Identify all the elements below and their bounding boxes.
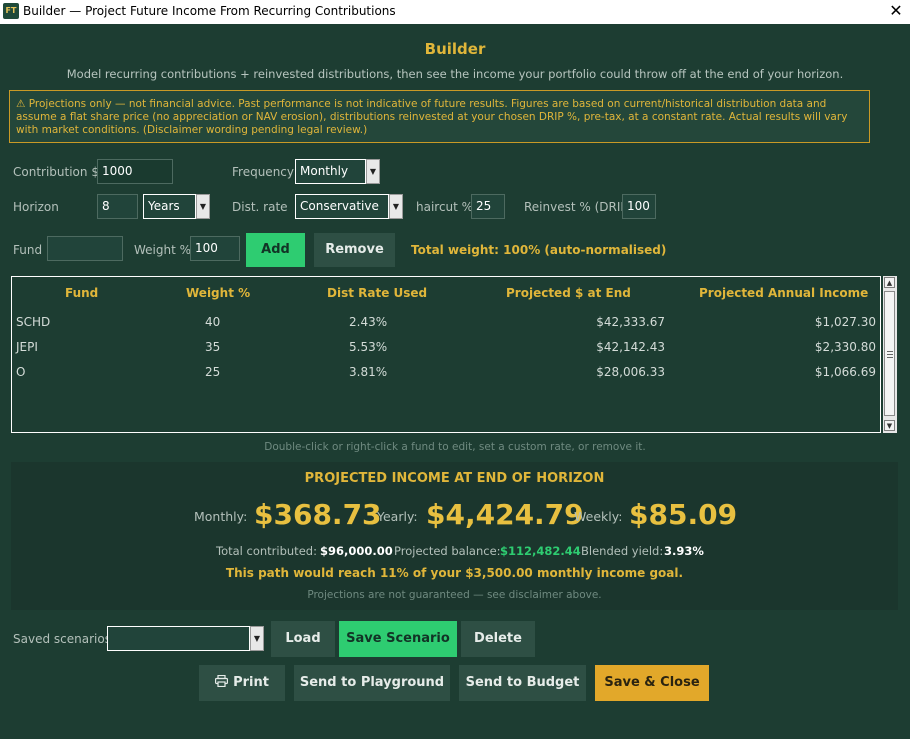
contribution-input[interactable]: 1000 (97, 159, 173, 184)
fund-label: Fund (13, 243, 43, 257)
close-icon[interactable]: ✕ (888, 1, 904, 21)
saved-scenarios-label: Saved scenarios: (13, 632, 115, 646)
contribution-label: Contribution $ (13, 165, 99, 179)
haircut-input[interactable]: 25 (471, 194, 505, 219)
dist-rate-cell: 3.81% (349, 365, 388, 379)
total-contributed-label: Total contributed: (216, 544, 317, 558)
send-to-budget-button[interactable]: Send to Budget (459, 665, 586, 701)
send-to-playground-button[interactable]: Send to Playground (294, 665, 450, 701)
weight-cell: 40 (205, 315, 221, 329)
horizon-input[interactable]: 8 (97, 194, 138, 219)
column-header-weight[interactable]: Weight % (186, 286, 250, 300)
weekly-income-value: $85.09 (629, 498, 738, 531)
projected-end-cell: $42,333.67 (596, 315, 665, 329)
printer-icon (215, 666, 229, 688)
save-and-close-button[interactable]: Save & Close (595, 665, 709, 701)
goal-progress-text: This path would reach 11% of your $3,500… (225, 566, 684, 580)
delete-scenario-button[interactable]: Delete (461, 621, 535, 657)
projection-summary-panel: PROJECTED INCOME AT END OF HORIZON Month… (11, 462, 898, 610)
projected-balance-label: Projected balance: (394, 544, 501, 558)
monthly-income-value: $368.73 (254, 498, 382, 531)
dist-rate-dropdown-button[interactable]: ▼ (389, 194, 403, 219)
column-header-projected-end[interactable]: Projected $ at End (506, 286, 631, 300)
chevron-down-icon: ▼ (392, 202, 400, 211)
page-subtitle: Model recurring contributions + reinvest… (66, 67, 844, 81)
frequency-select[interactable]: Monthly (295, 159, 366, 184)
chevron-down-icon: ▼ (369, 167, 377, 176)
weight-input[interactable]: 100 (190, 236, 240, 261)
scroll-up-icon[interactable]: ▲ (884, 277, 895, 288)
window-title: Builder — Project Future Income From Rec… (23, 4, 396, 18)
projected-end-cell: $42,142.43 (596, 340, 665, 354)
column-header-annual-income[interactable]: Projected Annual Income (699, 286, 868, 300)
table-hint: Double-click or right-click a fund to ed… (264, 441, 646, 453)
frequency-label: Frequency (232, 165, 294, 179)
chevron-down-icon: ▼ (253, 634, 261, 643)
disclaimer-box: ⚠ Projections only — not financial advic… (9, 90, 870, 143)
weight-label: Weight % (134, 243, 192, 257)
fund-cell: O (16, 365, 26, 379)
remove-fund-button[interactable]: Remove (314, 233, 395, 267)
fund-cell: SCHD (16, 315, 51, 329)
load-scenario-button[interactable]: Load (271, 621, 335, 657)
total-weight-status: Total weight: 100% (auto-normalised) (411, 243, 667, 257)
yearly-label: Yearly: (377, 509, 418, 524)
monthly-label: Monthly: (194, 509, 248, 524)
dist-rate-cell: 5.53% (349, 340, 388, 354)
dist-rate-select[interactable]: Conservative (295, 194, 389, 219)
weekly-label: Weekly: (574, 509, 623, 524)
yearly-income-value: $4,424.79 (426, 498, 584, 531)
column-header-dist-rate[interactable]: Dist Rate Used (327, 286, 427, 300)
dist-rate-cell: 2.43% (349, 315, 388, 329)
saved-scenarios-dropdown-button[interactable]: ▼ (250, 626, 264, 651)
haircut-label: haircut % (416, 200, 474, 214)
print-label: Print (233, 675, 269, 690)
fund-cell: JEPI (16, 340, 38, 354)
fund-input[interactable] (47, 236, 123, 261)
scroll-down-icon[interactable]: ▼ (884, 420, 895, 431)
total-contributed-value: $96,000.00 (320, 544, 393, 558)
saved-scenarios-select[interactable] (107, 626, 250, 651)
blended-yield-value: 3.93% (664, 544, 704, 558)
scroll-thumb[interactable] (884, 291, 895, 416)
chevron-down-icon: ▼ (199, 202, 207, 211)
summary-footnote: Projections are not guaranteed — see dis… (307, 589, 602, 601)
projected-end-cell: $28,006.33 (596, 365, 665, 379)
summary-title: PROJECTED INCOME AT END OF HORIZON (304, 471, 605, 486)
reinvest-label: Reinvest % (DRIP) (524, 200, 633, 214)
annual-income-cell: $1,066.69 (814, 365, 876, 379)
dist-rate-label: Dist. rate (232, 200, 288, 214)
page-title: Builder (424, 40, 486, 58)
blended-yield-label: Blended yield: (581, 544, 664, 558)
add-fund-button[interactable]: Add (246, 233, 305, 267)
weight-cell: 35 (205, 340, 221, 354)
fund-table: Fund Weight % Dist Rate Used Projected $… (11, 276, 881, 433)
app-icon: FT (3, 3, 19, 19)
table-scrollbar[interactable]: ▲ ▼ (883, 276, 897, 433)
reinvest-input[interactable]: 100 (622, 194, 656, 219)
horizon-unit-select[interactable]: Years (143, 194, 196, 219)
horizon-unit-dropdown-button[interactable]: ▼ (196, 194, 210, 219)
projected-balance-value: $112,482.44 (500, 544, 581, 558)
frequency-dropdown-button[interactable]: ▼ (366, 159, 380, 184)
print-button[interactable]: Print (199, 665, 285, 701)
save-scenario-button[interactable]: Save Scenario (339, 621, 457, 657)
column-header-fund[interactable]: Fund (65, 286, 98, 300)
horizon-label: Horizon (13, 200, 59, 214)
weight-cell: 25 (205, 365, 221, 379)
disclaimer-text: ⚠ Projections only — not financial advic… (16, 98, 848, 136)
annual-income-cell: $2,330.80 (814, 340, 876, 354)
annual-income-cell: $1,027.30 (814, 315, 876, 329)
window-titlebar: FT Builder — Project Future Income From … (0, 0, 910, 24)
